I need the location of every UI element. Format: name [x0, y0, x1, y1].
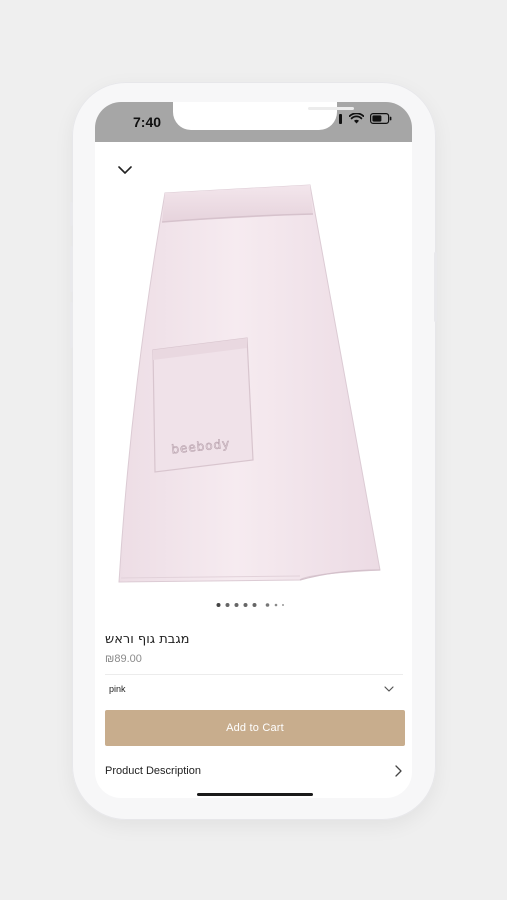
phone-side-button [434, 252, 437, 322]
product-image[interactable]: beebody [115, 178, 395, 588]
phone-side-button [70, 246, 73, 292]
pagination-dot[interactable] [252, 603, 257, 607]
status-time: 7:40 [133, 114, 162, 130]
product-description-label: Product Description [105, 765, 201, 777]
add-to-cart-button[interactable]: Add to Cart [105, 710, 405, 746]
phone-notch [173, 102, 354, 130]
status-bar: 7:40 [95, 102, 412, 142]
pagination-dot[interactable] [225, 603, 230, 607]
pagination-dot[interactable] [216, 603, 221, 607]
phone-side-button [70, 202, 73, 226]
product-price: ₪89.00 [105, 653, 142, 665]
home-indicator[interactable] [197, 793, 313, 796]
app-screen: 7:40 beebody מגבת גוף וראש ₪89.00 pink A… [95, 102, 412, 798]
wifi-icon [349, 113, 364, 124]
variant-select[interactable]: pink [105, 678, 403, 700]
divider [105, 674, 403, 675]
product-description-row[interactable]: Product Description [105, 762, 407, 782]
battery-icon [370, 113, 392, 124]
product-title: מגבת גוף וראש [105, 632, 190, 647]
speaker-grille [308, 107, 354, 110]
pagination-dot[interactable] [243, 603, 248, 607]
image-pagination[interactable] [95, 600, 412, 610]
pagination-dot[interactable] [282, 604, 284, 606]
pagination-dot[interactable] [274, 603, 278, 607]
signal-icon [339, 113, 342, 124]
status-icons [339, 113, 392, 124]
pagination-dot[interactable] [234, 603, 239, 607]
phone-side-button [70, 302, 73, 348]
chevron-down-icon [384, 686, 394, 692]
variant-value: pink [109, 684, 126, 694]
pagination-dot[interactable] [265, 603, 270, 607]
chevron-right-icon [395, 765, 402, 777]
chevron-down-icon[interactable] [115, 160, 135, 180]
